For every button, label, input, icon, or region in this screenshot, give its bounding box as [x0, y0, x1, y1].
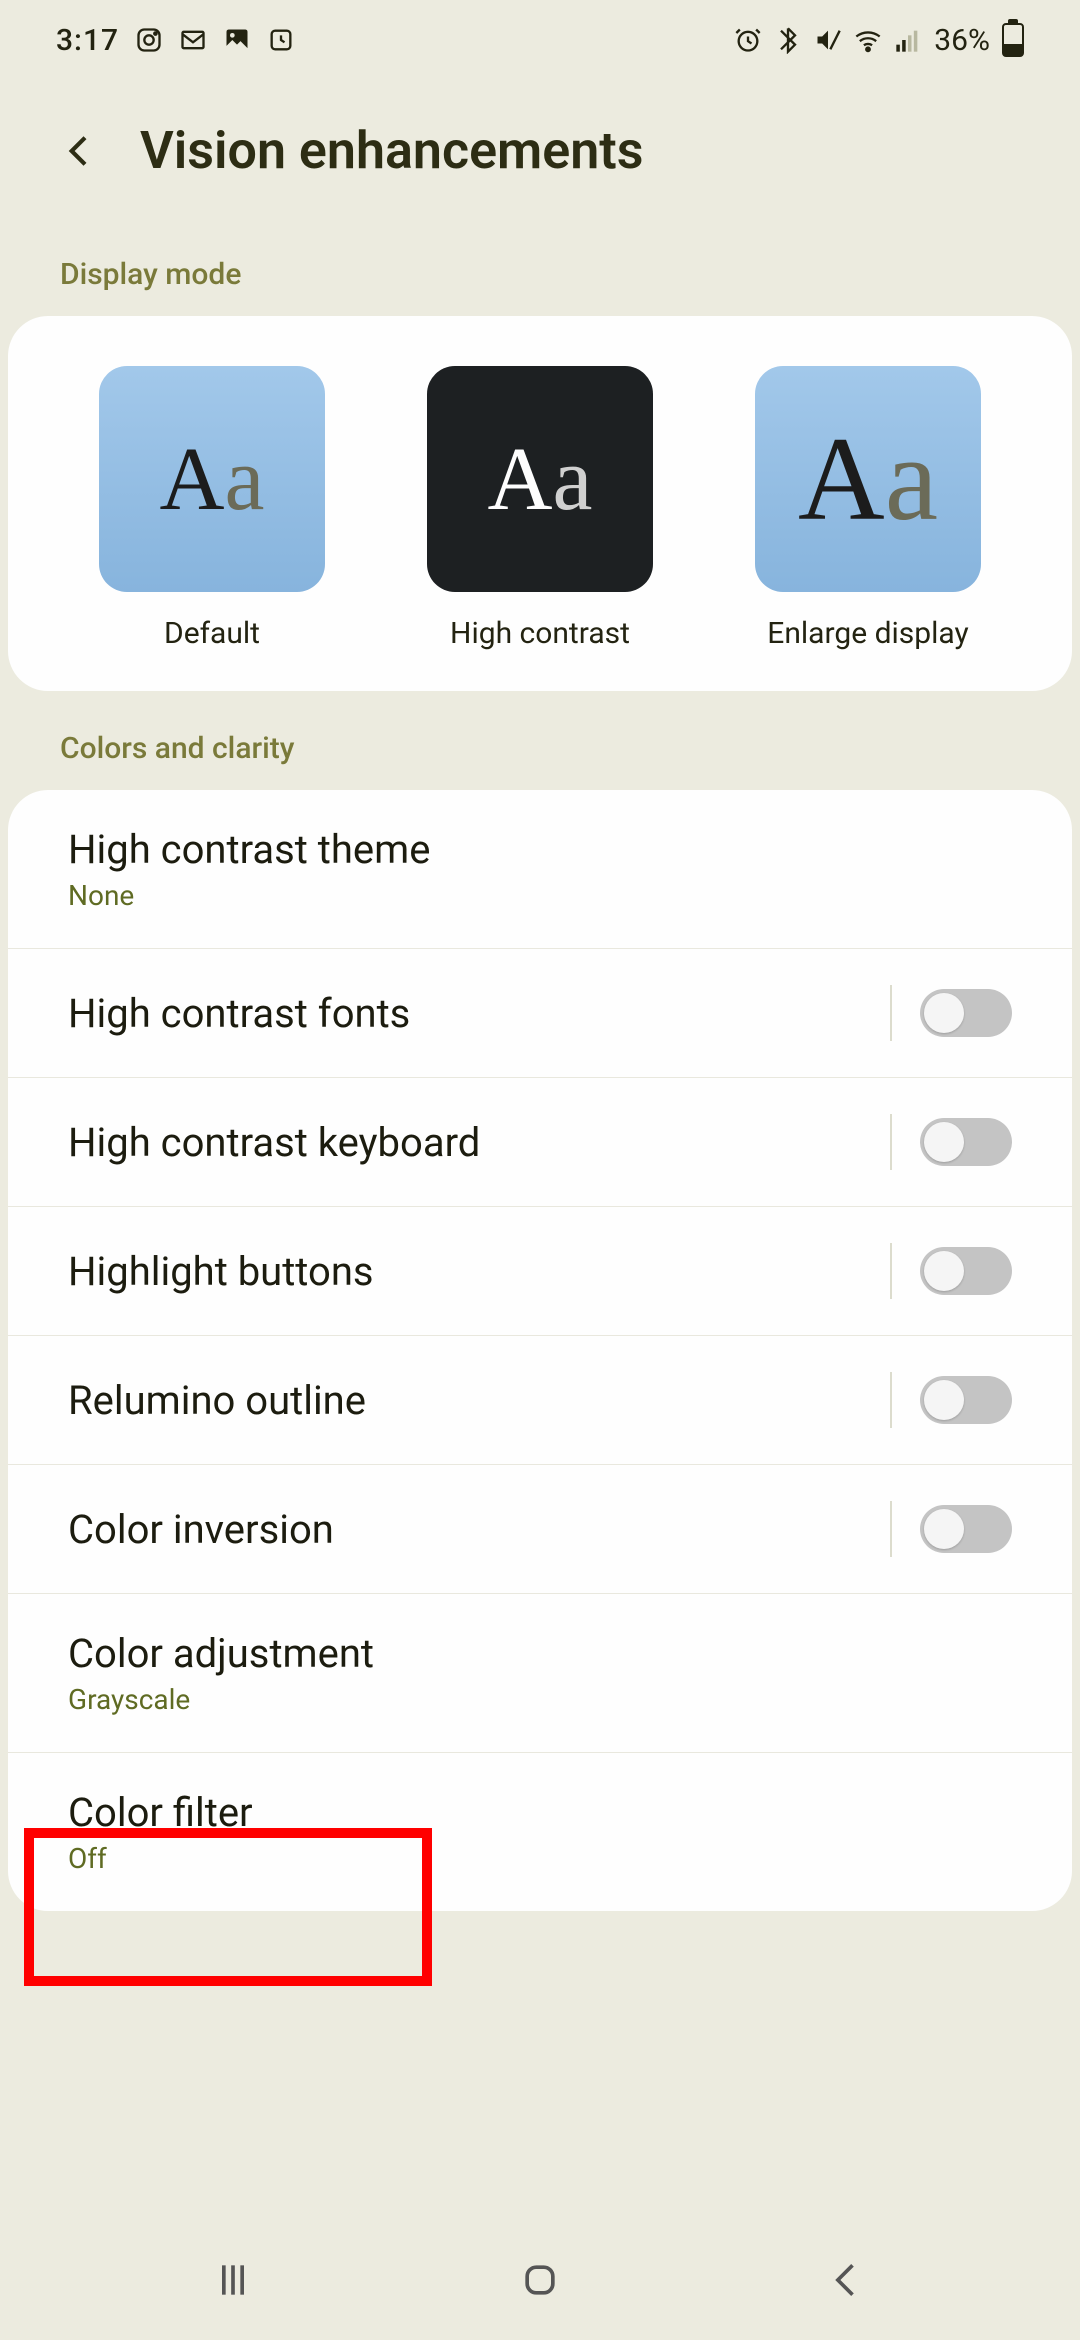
row-sub: Grayscale	[68, 1683, 374, 1716]
nav-recents-button[interactable]	[203, 2250, 263, 2310]
row-color-adjustment[interactable]: Color adjustment Grayscale	[8, 1594, 1072, 1753]
row-title: Color filter	[68, 1789, 253, 1836]
row-text: Highlight buttons	[68, 1248, 374, 1295]
aa-glyph: Aa	[488, 428, 593, 531]
system-nav-bar	[0, 2220, 1080, 2340]
toggle-high-contrast-fonts[interactable]	[920, 989, 1012, 1037]
row-text: Color filter Off	[68, 1789, 253, 1875]
status-right: 36%	[734, 23, 1024, 58]
gmail-icon	[179, 26, 207, 54]
back-button[interactable]	[60, 131, 100, 171]
row-title: High contrast theme	[68, 826, 430, 873]
row-text: Color adjustment Grayscale	[68, 1630, 374, 1716]
mode-high-contrast-thumb: Aa	[427, 366, 653, 592]
mode-enlarge[interactable]: Aa Enlarge display	[755, 366, 981, 651]
section-display-mode-label: Display mode	[0, 241, 1080, 316]
aa-glyph: Aa	[798, 410, 938, 548]
status-left: 3:17	[56, 23, 295, 58]
toggle-high-contrast-keyboard[interactable]	[920, 1118, 1012, 1166]
battery-icon	[1002, 23, 1024, 57]
mode-default-label: Default	[164, 616, 260, 651]
display-mode-card: Aa Default Aa High contrast Aa Enlarge d…	[8, 316, 1072, 691]
status-bar: 3:17 36%	[0, 0, 1080, 80]
toggle-highlight-buttons[interactable]	[920, 1247, 1012, 1295]
display-mode-row: Aa Default Aa High contrast Aa Enlarge d…	[8, 316, 1072, 691]
row-right	[890, 1501, 1012, 1557]
row-color-inversion[interactable]: Color inversion	[8, 1465, 1072, 1594]
mode-enlarge-thumb: Aa	[755, 366, 981, 592]
row-title: High contrast fonts	[68, 990, 410, 1037]
row-title: Color inversion	[68, 1506, 334, 1553]
row-text: Relumino outline	[68, 1377, 366, 1424]
vertical-divider	[890, 1114, 892, 1170]
row-highlight-buttons[interactable]: Highlight buttons	[8, 1207, 1072, 1336]
row-right	[890, 1114, 1012, 1170]
bluetooth-icon	[774, 26, 802, 54]
row-title: Color adjustment	[68, 1630, 374, 1677]
row-sub: None	[68, 879, 430, 912]
wifi-icon	[854, 26, 882, 54]
alarm-icon	[734, 26, 762, 54]
mode-default[interactable]: Aa Default	[99, 366, 325, 651]
signal-icon	[894, 26, 922, 54]
mode-enlarge-label: Enlarge display	[767, 616, 968, 651]
row-title: High contrast keyboard	[68, 1119, 480, 1166]
row-high-contrast-fonts[interactable]: High contrast fonts	[8, 949, 1072, 1078]
row-title: Relumino outline	[68, 1377, 366, 1424]
toggle-color-inversion[interactable]	[920, 1505, 1012, 1553]
colors-clarity-card: High contrast theme None High contrast f…	[8, 790, 1072, 1911]
mute-icon	[814, 26, 842, 54]
row-right	[890, 1243, 1012, 1299]
mode-default-thumb: Aa	[99, 366, 325, 592]
toggle-relumino-outline[interactable]	[920, 1376, 1012, 1424]
row-color-filter[interactable]: Color filter Off	[8, 1753, 1072, 1911]
row-text: High contrast fonts	[68, 990, 410, 1037]
mode-high-contrast-label: High contrast	[450, 616, 630, 651]
row-text: Color inversion	[68, 1506, 334, 1553]
vertical-divider	[890, 985, 892, 1041]
row-text: High contrast keyboard	[68, 1119, 480, 1166]
nav-home-button[interactable]	[510, 2250, 570, 2310]
row-high-contrast-keyboard[interactable]: High contrast keyboard	[8, 1078, 1072, 1207]
timer-icon	[267, 26, 295, 54]
vertical-divider	[890, 1243, 892, 1299]
vertical-divider	[890, 1501, 892, 1557]
aa-glyph: Aa	[160, 428, 265, 531]
status-time: 3:17	[56, 23, 119, 58]
battery-percentage: 36%	[934, 23, 990, 58]
row-text: High contrast theme None	[68, 826, 430, 912]
page-title: Vision enhancements	[140, 120, 643, 181]
row-sub: Off	[68, 1842, 253, 1875]
mode-high-contrast[interactable]: Aa High contrast	[427, 366, 653, 651]
row-high-contrast-theme[interactable]: High contrast theme None	[8, 790, 1072, 949]
photo-icon	[223, 26, 251, 54]
row-title: Highlight buttons	[68, 1248, 374, 1295]
nav-back-button[interactable]	[817, 2250, 877, 2310]
section-colors-clarity-label: Colors and clarity	[0, 691, 1080, 790]
vertical-divider	[890, 1372, 892, 1428]
row-right	[890, 985, 1012, 1041]
page-header: Vision enhancements	[0, 80, 1080, 241]
row-right	[890, 1372, 1012, 1428]
row-relumino-outline[interactable]: Relumino outline	[8, 1336, 1072, 1465]
instagram-icon	[135, 26, 163, 54]
